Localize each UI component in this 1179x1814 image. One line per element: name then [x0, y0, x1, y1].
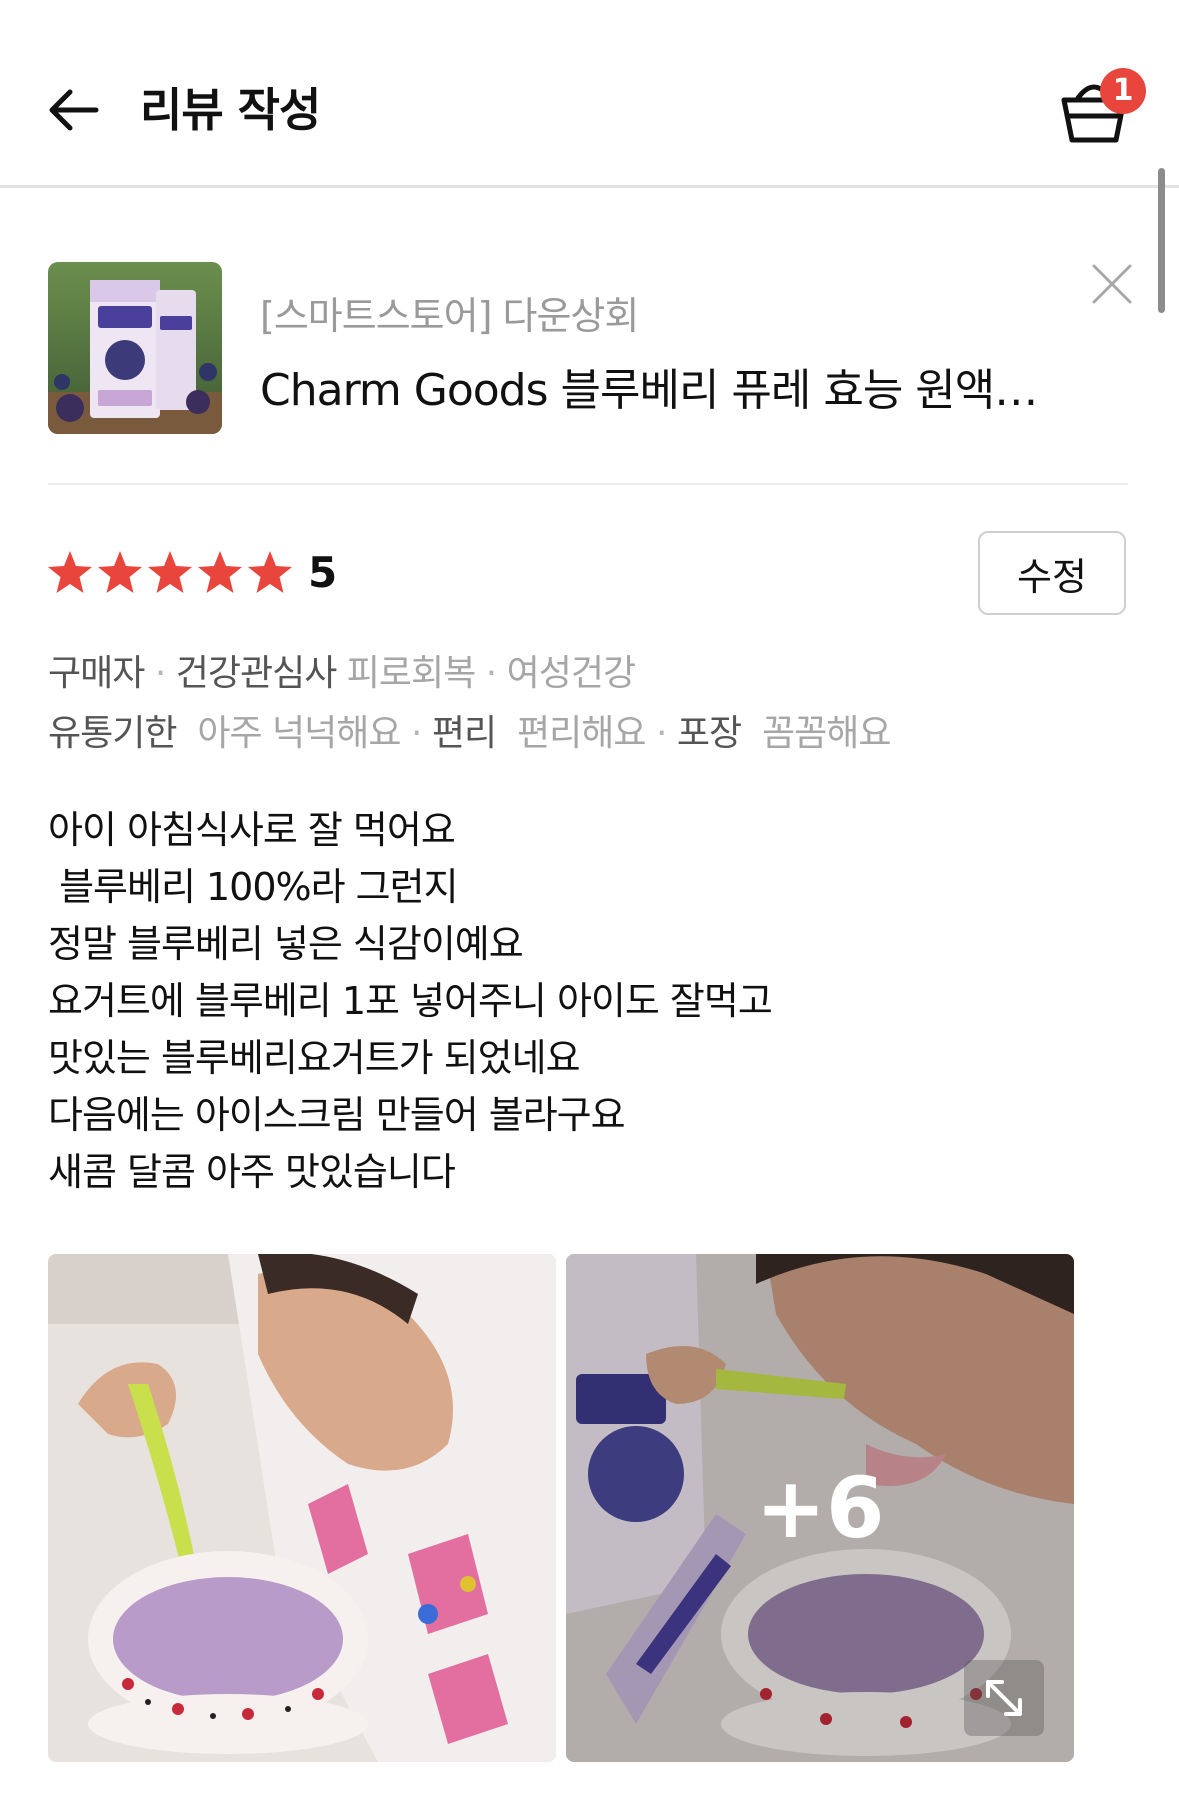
- attribute-key: 편리: [431, 713, 497, 754]
- review-line: 블루베리 100%라 그런지: [48, 865, 458, 909]
- review-photo-1[interactable]: [48, 1254, 556, 1762]
- divider: [48, 483, 1128, 485]
- attribute-value: 아주 넉넉해요: [197, 713, 401, 754]
- attribute-key: 포장: [676, 713, 742, 754]
- star-icon: [148, 551, 192, 593]
- attribute-line-1: 구매자 · 건강관심사 피로회복 · 여성건강: [48, 644, 636, 696]
- attribute-value: 여성건강: [506, 653, 636, 694]
- back-button[interactable]: [44, 80, 104, 140]
- star-icon: [198, 551, 242, 593]
- edit-button[interactable]: 수정: [978, 531, 1126, 615]
- star-icon: [248, 551, 292, 593]
- close-icon: [1092, 264, 1132, 304]
- top-bar: 리뷰 작성 1: [0, 0, 1179, 188]
- review-text: 아이 아침식사로 잘 먹어요 블루베리 100%라 그런지 정말 블루베리 넣은…: [48, 802, 773, 1201]
- star-rating: [46, 548, 294, 596]
- star-icon: [48, 551, 92, 593]
- attribute-key: 유통기한: [48, 713, 177, 754]
- separator: ·: [154, 653, 176, 694]
- review-line: 맛있는 블루베리요거트가 되었네요: [48, 1036, 581, 1080]
- expand-button[interactable]: [964, 1660, 1044, 1736]
- product-name: Charm Goods 블루베리 퓨레 효능 원액 100% 스틱 파우치: [260, 365, 1050, 416]
- review-line: 아이 아침식사로 잘 먹어요: [48, 808, 456, 852]
- attribute-value: 편리해요: [517, 713, 646, 754]
- separator: ·: [645, 713, 677, 754]
- expand-icon: [986, 1680, 1022, 1716]
- attribute-key: 건강관심사: [175, 653, 338, 694]
- review-line: 다음에는 아이스크림 만들어 볼라구요: [48, 1093, 626, 1137]
- page-title: 리뷰 작성: [140, 83, 321, 137]
- store-name: [스마트스토어] 다운상회: [260, 294, 639, 338]
- product-thumbnail[interactable]: [48, 262, 222, 434]
- scrollbar[interactable]: [1158, 168, 1165, 313]
- back-arrow-icon: [49, 89, 99, 131]
- separator: ·: [400, 713, 432, 754]
- cart-count-badge: 1: [1100, 68, 1146, 114]
- separator: ·: [475, 653, 507, 694]
- review-line: 요거트에 블루베리 1포 넣어주니 아이도 잘먹고: [48, 979, 773, 1023]
- rating-value: 5: [308, 548, 338, 597]
- attribute-line-2: 유통기한 아주 넉넉해요 · 편리 편리해요 · 포장 꼼꼼해요: [48, 704, 891, 756]
- attribute-value: 피로회복: [346, 653, 476, 694]
- review-line: 정말 블루베리 넣은 식감이예요: [48, 922, 524, 966]
- attribute-value: 꼼꼼해요: [762, 713, 891, 754]
- review-line: 새콤 달콤 아주 맛있습니다: [48, 1150, 456, 1194]
- attribute-key: 구매자: [48, 653, 145, 694]
- close-button[interactable]: [1090, 262, 1134, 306]
- star-icon: [98, 551, 142, 593]
